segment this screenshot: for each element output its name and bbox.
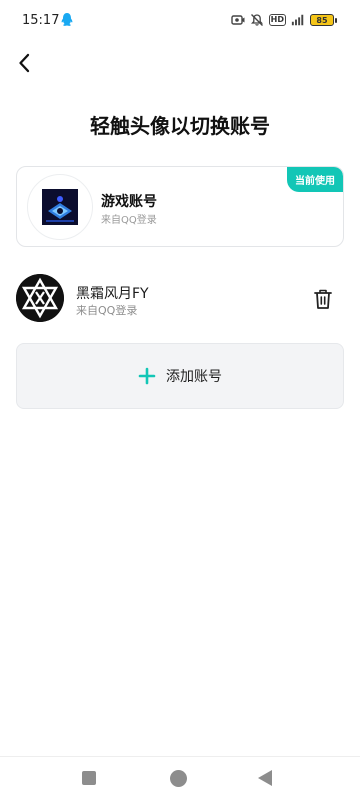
back-button[interactable] (10, 48, 38, 78)
account-avatar[interactable] (16, 274, 64, 322)
battery-level: 85 (316, 15, 328, 25)
account-switch-screen: 15:17 HD 85 轻触头像以切换账号 当前使用 游戏账号 来自QQ登录 黑… (0, 0, 360, 800)
delete-account-button[interactable] (312, 287, 334, 311)
status-icons: HD 85 (230, 12, 337, 28)
game-avatar-image (42, 189, 78, 225)
page-title: 轻触头像以切换账号 (90, 114, 270, 138)
home-icon[interactable] (170, 770, 187, 787)
battery-icon: 85 (310, 14, 337, 26)
recent-apps-icon[interactable] (82, 771, 96, 785)
current-badge: 当前使用 (287, 167, 343, 192)
status-time: 15:17 (22, 13, 60, 28)
account-name: 黑霜风月FY (76, 286, 149, 302)
current-account-source: 来自QQ登录 (101, 215, 157, 226)
add-account-label: 添加账号 (166, 369, 222, 385)
account-row[interactable]: 黑霜风月FY 来自QQ登录 (16, 274, 344, 324)
screen-record-icon (230, 15, 245, 25)
chevron-left-icon (19, 53, 30, 73)
qq-icon (61, 13, 73, 26)
current-account-avatar[interactable] (27, 174, 93, 240)
system-nav-bar (0, 756, 360, 800)
hd-icon: HD (268, 14, 286, 26)
current-account-name: 游戏账号 (101, 194, 157, 210)
signal-icon (291, 14, 304, 26)
account-source: 来自QQ登录 (76, 304, 138, 317)
add-account-button[interactable]: 添加账号 (16, 343, 344, 409)
trash-icon (314, 289, 332, 309)
plus-icon (138, 367, 156, 385)
mute-icon (250, 14, 263, 26)
back-icon[interactable] (258, 770, 272, 786)
status-bar: 15:17 HD 85 (0, 0, 360, 40)
current-account-card[interactable]: 当前使用 游戏账号 来自QQ登录 (16, 166, 344, 247)
